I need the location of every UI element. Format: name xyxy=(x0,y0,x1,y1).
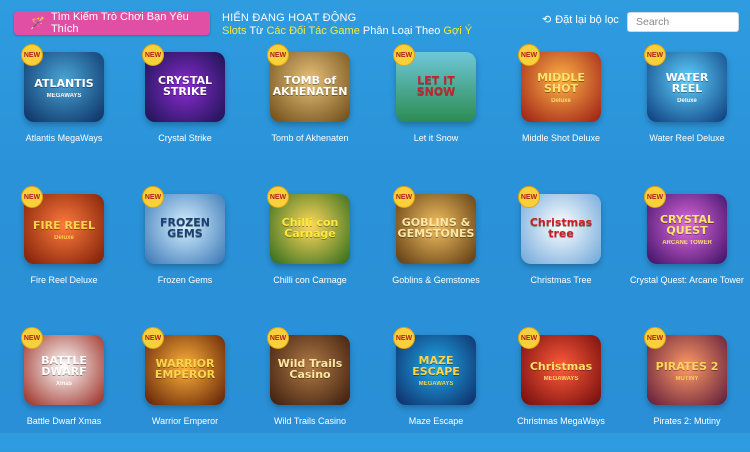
game-logo: FROZEN GEMS xyxy=(159,216,211,240)
search-input[interactable] xyxy=(627,12,739,32)
new-badge: NEW xyxy=(393,44,415,66)
top-bar: 🪄 Tìm Kiếm Trò Chơi Bạn Yêu Thích HIỂN Đ… xyxy=(0,0,750,40)
active-filters-heading: HIỂN ĐANG HOẠT ĐỘNG xyxy=(222,12,357,24)
game-tile[interactable]: GOBLINS & GEMSTONES NEW Goblins & Gemsto… xyxy=(376,186,496,311)
game-logo-sub: MUTINY xyxy=(675,375,699,382)
game-logo: ATLANTIS xyxy=(34,76,94,90)
game-tile[interactable]: LET IT SNOW NEW Let it Snow xyxy=(376,44,496,169)
game-title[interactable]: Christmas MegaWays xyxy=(501,416,621,427)
game-tile[interactable]: FIRE REEL Deluxe NEW Fire Reel Deluxe xyxy=(4,186,124,311)
refresh-icon: ⟲ xyxy=(542,14,552,26)
game-title[interactable]: Middle Shot Deluxe xyxy=(501,133,621,144)
game-logo: WATER REEL xyxy=(665,71,709,95)
reset-filters-label: Đặt lại bộ lọc xyxy=(555,13,619,26)
new-badge: NEW xyxy=(644,186,666,208)
game-title[interactable]: Goblins & Gemstones xyxy=(376,275,496,286)
game-title[interactable]: Wild Trails Casino xyxy=(250,416,370,427)
new-badge: NEW xyxy=(142,327,164,349)
new-badge: NEW xyxy=(267,186,289,208)
game-logo-sub: Deluxe xyxy=(551,98,571,104)
filter-slots-link[interactable]: Slots xyxy=(222,25,246,37)
game-tile[interactable]: TOMB of AKHENATEN NEW Tomb of Akhenaten xyxy=(250,44,370,169)
new-badge: NEW xyxy=(267,44,289,66)
game-logo: TOMB of AKHENATEN xyxy=(272,74,348,98)
game-tile[interactable]: MIDDLE SHOT Deluxe NEW Middle Shot Delux… xyxy=(501,44,621,169)
game-logo: CRYSTAL STRIKE xyxy=(157,74,212,98)
game-logo-sub: MEGAWAYS xyxy=(46,92,82,99)
new-badge: NEW xyxy=(21,44,43,66)
game-title[interactable]: Frozen Gems xyxy=(125,275,245,286)
game-title[interactable]: Warrior Emperor xyxy=(125,416,245,427)
game-tile[interactable]: PIRATES 2 MUTINY NEW Pirates 2: Mutiny xyxy=(627,327,747,452)
game-logo: FIRE REEL xyxy=(33,218,95,232)
game-logo: Christmas tree xyxy=(529,216,593,240)
game-logo: BATTLE DWARF xyxy=(41,354,87,378)
game-logo: Wild Trails Casino xyxy=(277,357,343,381)
new-badge: NEW xyxy=(21,186,43,208)
filter-suggested-link[interactable]: Gợi Ý xyxy=(443,25,472,37)
game-logo: Christmas xyxy=(529,359,593,373)
find-favorite-game-button[interactable]: 🪄 Tìm Kiếm Trò Chơi Bạn Yêu Thích xyxy=(14,11,210,35)
new-badge: NEW xyxy=(267,327,289,349)
filter-sort-by-text: Phân Loại Theo xyxy=(362,25,441,37)
game-logo: PIRATES 2 xyxy=(655,359,719,373)
game-tile[interactable]: Chilli con Carnage NEW Chilli con Carnag… xyxy=(250,186,370,311)
game-tile[interactable]: ATLANTIS MEGAWAYS NEW Atlantis MegaWays xyxy=(4,44,124,169)
game-grid: ATLANTIS MEGAWAYS NEW Atlantis MegaWays … xyxy=(0,44,750,433)
game-logo-sub: MEGAWAYS xyxy=(418,381,454,387)
game-logo: WARRIOR EMPEROR xyxy=(154,357,216,381)
game-tile[interactable]: CRYSTAL STRIKE NEW Crystal Strike xyxy=(125,44,245,169)
game-tile[interactable]: WATER REEL Deluxe NEW Water Reel Deluxe xyxy=(627,44,747,169)
game-logo: MAZE ESCAPE xyxy=(412,354,460,378)
game-logo-sub: Deluxe xyxy=(677,98,697,104)
game-title[interactable]: Tomb of Akhenaten xyxy=(250,133,370,144)
new-badge: NEW xyxy=(644,44,666,66)
new-badge: NEW xyxy=(518,327,540,349)
filter-from-text: Từ xyxy=(249,25,264,37)
game-title[interactable]: Pirates 2: Mutiny xyxy=(627,416,747,427)
game-tile[interactable]: CRYSTAL QUEST ARCANE TOWER NEW Crystal Q… xyxy=(627,186,747,311)
game-title[interactable]: Crystal Strike xyxy=(125,133,245,144)
game-tile[interactable]: Christmas tree NEW Christmas Tree xyxy=(501,186,621,311)
new-badge: NEW xyxy=(644,327,666,349)
new-badge: NEW xyxy=(142,186,164,208)
game-logo: MIDDLE SHOT xyxy=(537,71,585,95)
game-tile[interactable]: WARRIOR EMPEROR NEW Warrior Emperor xyxy=(125,327,245,452)
game-logo: CRYSTAL QUEST xyxy=(659,213,714,237)
new-badge: NEW xyxy=(21,327,43,349)
game-logo: GOBLINS & GEMSTONES xyxy=(397,216,475,240)
game-logo-sub: ARCANE TOWER xyxy=(662,240,712,246)
game-title[interactable]: Crystal Quest: Arcane Tower xyxy=(627,275,747,286)
game-tile[interactable]: Wild Trails Casino NEW Wild Trails Casin… xyxy=(250,327,370,452)
game-tile[interactable]: MAZE ESCAPE MEGAWAYS NEW Maze Escape xyxy=(376,327,496,452)
game-title[interactable]: Battle Dwarf Xmas xyxy=(4,416,124,427)
game-title[interactable]: Let it Snow xyxy=(376,133,496,144)
game-title[interactable]: Christmas Tree xyxy=(501,275,621,286)
game-logo: Chilli con Carnage xyxy=(281,216,339,240)
game-logo-sub: Deluxe xyxy=(54,234,74,241)
game-tile[interactable]: FROZEN GEMS NEW Frozen Gems xyxy=(125,186,245,311)
game-title[interactable]: Fire Reel Deluxe xyxy=(4,275,124,286)
game-logo-sub: MEGAWAYS xyxy=(543,375,579,382)
game-tile[interactable]: Christmas MEGAWAYS NEW Christmas MegaWay… xyxy=(501,327,621,452)
filter-partners-link[interactable]: Các Đối Tác Game xyxy=(266,25,359,37)
new-badge: NEW xyxy=(518,186,540,208)
active-filters-line: Slots Từ Các Đối Tác Game Phân Loại Theo… xyxy=(222,25,472,38)
find-button-label: Tìm Kiếm Trò Chơi Bạn Yêu Thích xyxy=(50,11,189,35)
magic-wand-icon: 🪄 xyxy=(30,16,45,30)
game-tile[interactable]: BATTLE DWARF Xmas NEW Battle Dwarf Xmas xyxy=(4,327,124,452)
active-filters: HIỂN ĐANG HOẠT ĐỘNG Slots Từ Các Đối Tác… xyxy=(222,12,472,38)
new-badge: NEW xyxy=(393,186,415,208)
game-logo-sub: Xmas xyxy=(55,381,72,387)
new-badge: NEW xyxy=(393,327,415,349)
new-badge: NEW xyxy=(518,44,540,66)
reset-filters-button[interactable]: ⟲ Đặt lại bộ lọc xyxy=(542,13,619,27)
game-logo: LET IT SNOW xyxy=(416,74,456,98)
game-title[interactable]: Water Reel Deluxe xyxy=(627,133,747,144)
game-title[interactable]: Maze Escape xyxy=(376,416,496,427)
new-badge: NEW xyxy=(142,44,164,66)
game-title[interactable]: Atlantis MegaWays xyxy=(4,133,124,144)
game-title[interactable]: Chilli con Carnage xyxy=(250,275,370,286)
